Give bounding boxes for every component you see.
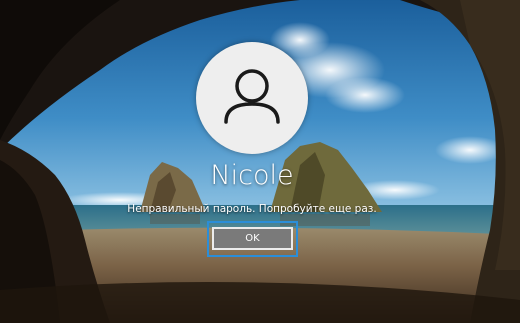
error-message: Неправильный пароль. Попробуйте еще раз. bbox=[127, 203, 377, 215]
user-name: Nicole bbox=[210, 160, 294, 191]
user-silhouette-icon bbox=[224, 69, 280, 124]
user-avatar bbox=[196, 42, 308, 154]
ok-button[interactable]: OK bbox=[212, 227, 293, 250]
lock-screen: Nicole Неправильный пароль. Попробуйте е… bbox=[0, 0, 520, 323]
